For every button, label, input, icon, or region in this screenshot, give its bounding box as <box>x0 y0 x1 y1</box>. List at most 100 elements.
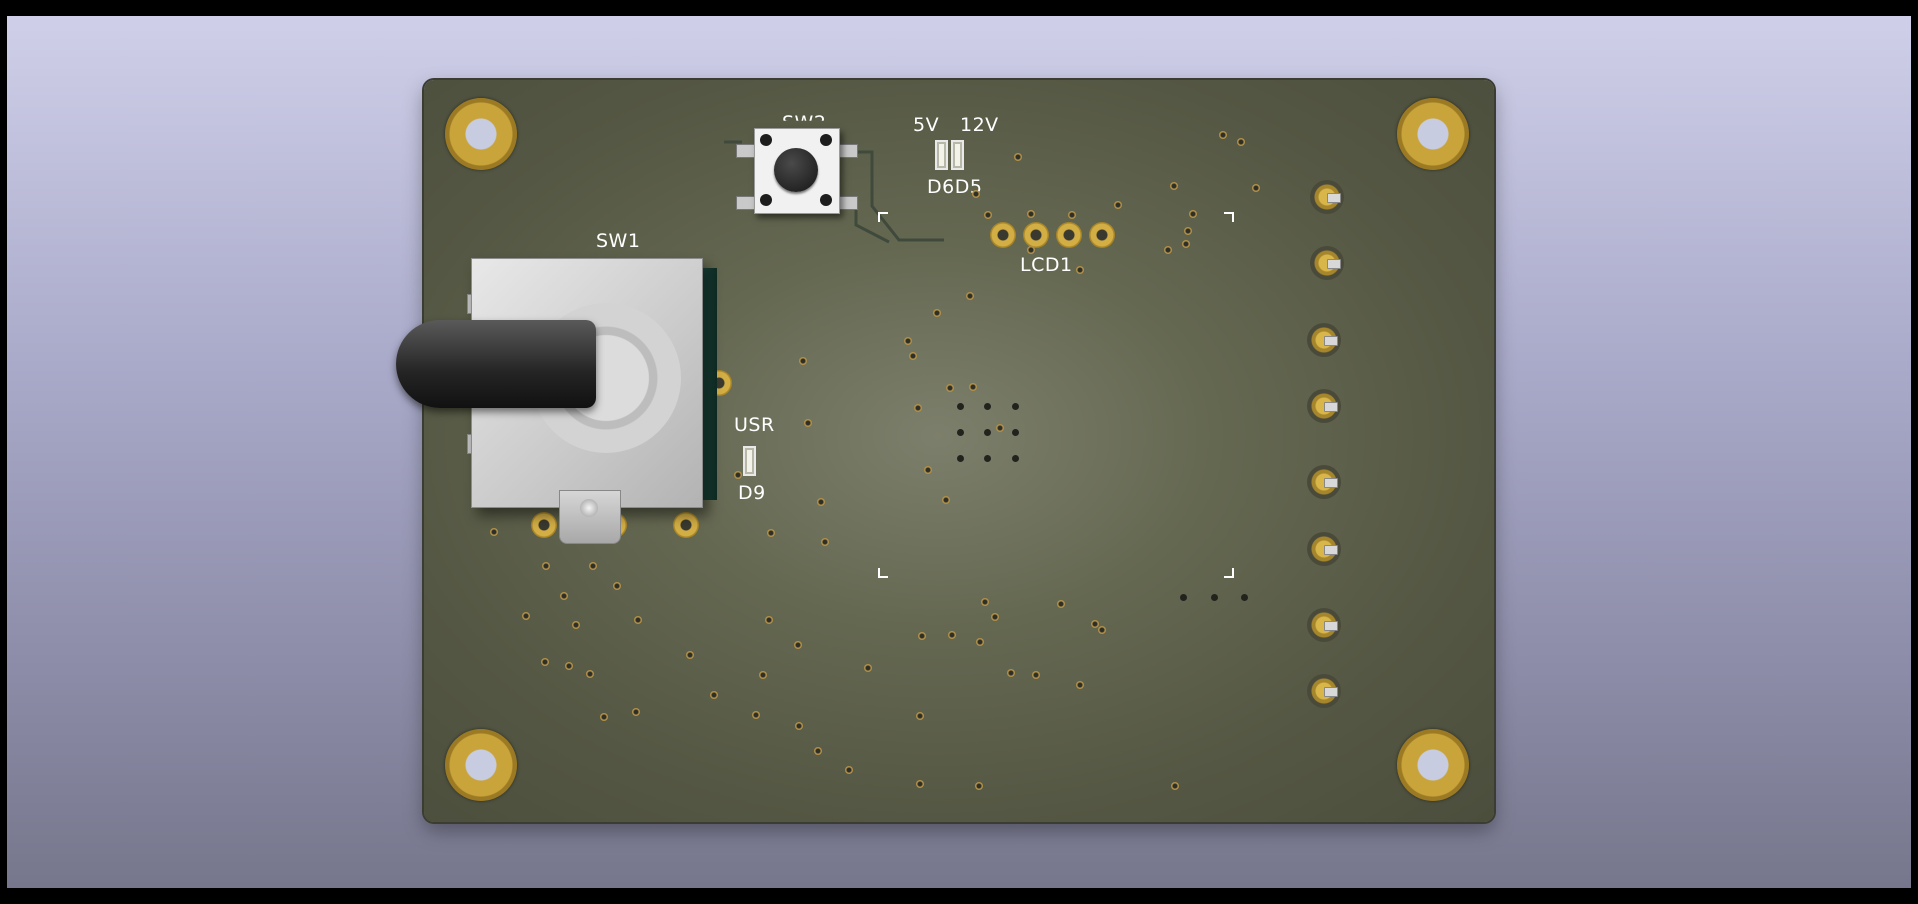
header-pin-2 <box>1310 246 1344 280</box>
via <box>710 691 718 699</box>
switch-lead <box>736 196 756 210</box>
switch-cap <box>774 148 818 192</box>
via <box>1189 210 1197 218</box>
via <box>984 211 992 219</box>
via <box>795 722 803 730</box>
via <box>946 384 954 392</box>
via <box>909 352 917 360</box>
via <box>991 613 999 621</box>
header-pin-4 <box>1307 389 1341 423</box>
via <box>490 528 498 536</box>
pcb-board[interactable]: SW2 5V 12V D6D5 LCD1 SW1 USR D9 <box>396 80 1494 822</box>
via <box>969 383 977 391</box>
via <box>948 631 956 639</box>
via <box>1219 131 1227 139</box>
encoder-side <box>701 268 717 500</box>
via <box>975 782 983 790</box>
via <box>845 766 853 774</box>
via <box>765 616 773 624</box>
ic-pad <box>957 403 964 410</box>
ic-pad <box>1180 594 1187 601</box>
switch-lead <box>838 196 858 210</box>
via <box>1007 669 1015 677</box>
switch-corner <box>820 134 832 146</box>
via <box>1252 184 1260 192</box>
via <box>541 658 549 666</box>
via <box>1164 246 1172 254</box>
via <box>1182 240 1190 248</box>
via <box>918 632 926 640</box>
ic-pad <box>984 403 991 410</box>
courtyard-mark <box>878 212 888 222</box>
ic-pad <box>984 429 991 436</box>
label-12v: 12V <box>960 114 999 136</box>
led-d6 <box>935 140 948 170</box>
header-pin-5 <box>1307 465 1341 499</box>
via <box>914 404 922 412</box>
header-pin-3 <box>1307 323 1341 357</box>
via <box>981 598 989 606</box>
via <box>976 638 984 646</box>
via <box>542 562 550 570</box>
header-pin-1 <box>1310 180 1344 214</box>
header-pin-7 <box>1307 608 1341 642</box>
via <box>586 670 594 678</box>
via <box>686 651 694 659</box>
sw1-pad <box>531 512 557 538</box>
ic-pad <box>1211 594 1218 601</box>
ic-pad <box>1012 455 1019 462</box>
via <box>821 538 829 546</box>
label-lcd1: LCD1 <box>1020 254 1073 276</box>
encoder-knob-shaft[interactable] <box>396 320 596 408</box>
via <box>767 529 775 537</box>
ic-pad <box>984 455 991 462</box>
via <box>814 747 822 755</box>
led-d5 <box>951 140 964 170</box>
via <box>565 662 573 670</box>
via <box>1076 681 1084 689</box>
via <box>632 708 640 716</box>
rotary-encoder-sw1[interactable] <box>396 258 717 544</box>
via <box>1068 211 1076 219</box>
via <box>1014 153 1022 161</box>
via <box>933 309 941 317</box>
lcd1-pad-3 <box>1056 222 1082 248</box>
label-5v: 5V <box>913 114 940 136</box>
via <box>942 496 950 504</box>
ic-pad <box>957 455 964 462</box>
ic-pad <box>1012 403 1019 410</box>
label-usr: USR <box>734 414 775 436</box>
via <box>1076 266 1084 274</box>
via <box>1170 182 1178 190</box>
via <box>1237 138 1245 146</box>
via <box>600 713 608 721</box>
via <box>916 780 924 788</box>
via <box>1184 227 1192 235</box>
via <box>1114 201 1122 209</box>
courtyard-mark <box>1224 568 1234 578</box>
switch-corner <box>760 134 772 146</box>
via <box>522 612 530 620</box>
via <box>734 471 742 479</box>
via <box>1098 626 1106 634</box>
via <box>904 337 912 345</box>
3d-viewport[interactable]: SW2 5V 12V D6D5 LCD1 SW1 USR D9 <box>7 16 1911 888</box>
via <box>572 621 580 629</box>
via <box>613 582 621 590</box>
ic-pad <box>1012 429 1019 436</box>
courtyard-mark <box>878 568 888 578</box>
courtyard-mark <box>1224 212 1234 222</box>
switch-corner <box>760 194 772 206</box>
tactile-switch-sw2[interactable] <box>736 128 858 214</box>
lcd1-pad-2 <box>1023 222 1049 248</box>
label-d9: D9 <box>738 482 766 504</box>
via <box>560 592 568 600</box>
sw1-pad <box>673 512 699 538</box>
via <box>996 424 1004 432</box>
via <box>966 292 974 300</box>
via <box>924 466 932 474</box>
via <box>804 419 812 427</box>
switch-corner <box>820 194 832 206</box>
via <box>799 357 807 365</box>
via <box>916 712 924 720</box>
